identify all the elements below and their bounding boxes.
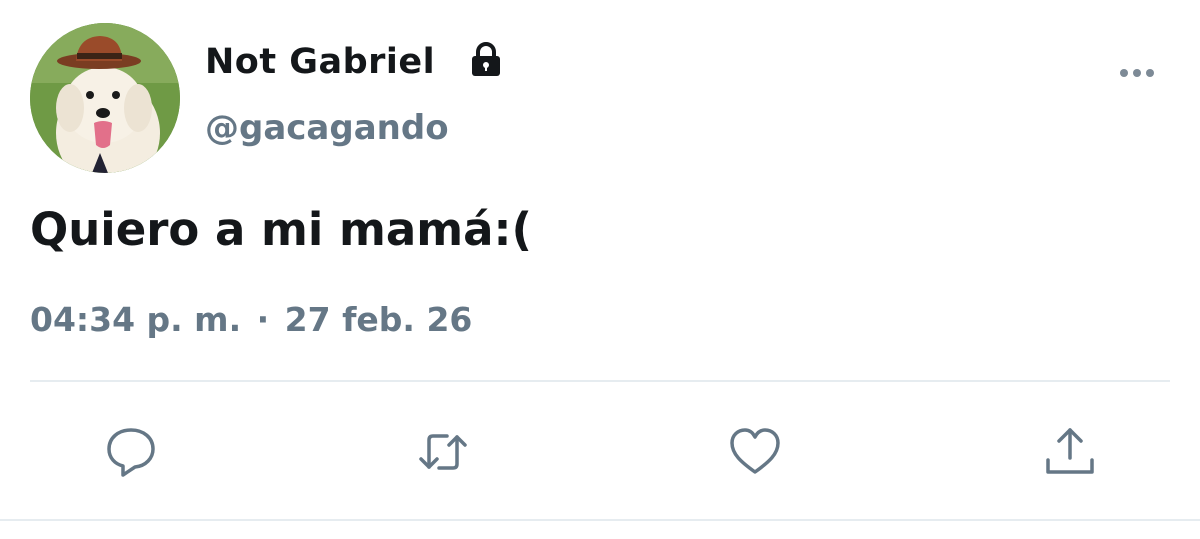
retweet-button[interactable] [413,422,473,482]
more-options-button[interactable] [1112,55,1162,91]
display-name[interactable]: Not Gabriel [205,42,435,82]
reply-icon [107,428,155,477]
tweet-date: 27 feb. 26 [284,300,473,339]
heart-icon [730,428,780,474]
retweet-icon [419,434,467,470]
timestamp-separator: · [256,300,270,339]
lock-icon [472,42,500,76]
like-button[interactable] [725,422,785,482]
more-icon-dot [1133,69,1141,77]
dog-avatar-image [30,23,180,173]
tweet-text: Quiero a mi mamá:( [30,203,533,256]
avatar[interactable] [30,23,180,173]
bottom-divider [0,519,1200,521]
divider [30,380,1170,382]
tweet-time: 04:34 p. m. [30,300,242,339]
tweet-timestamp[interactable]: 04:34 p. m. · 27 feb. 26 [30,300,472,339]
reply-button[interactable] [101,422,161,482]
more-icon-dot [1146,69,1154,77]
share-button[interactable] [1040,422,1100,482]
more-icon [1120,69,1128,77]
tweet-card: Not Gabriel @gacagando Quiero a mi mamá:… [0,0,1200,539]
user-handle[interactable]: @gacagando [205,108,449,148]
share-icon [1046,428,1094,474]
